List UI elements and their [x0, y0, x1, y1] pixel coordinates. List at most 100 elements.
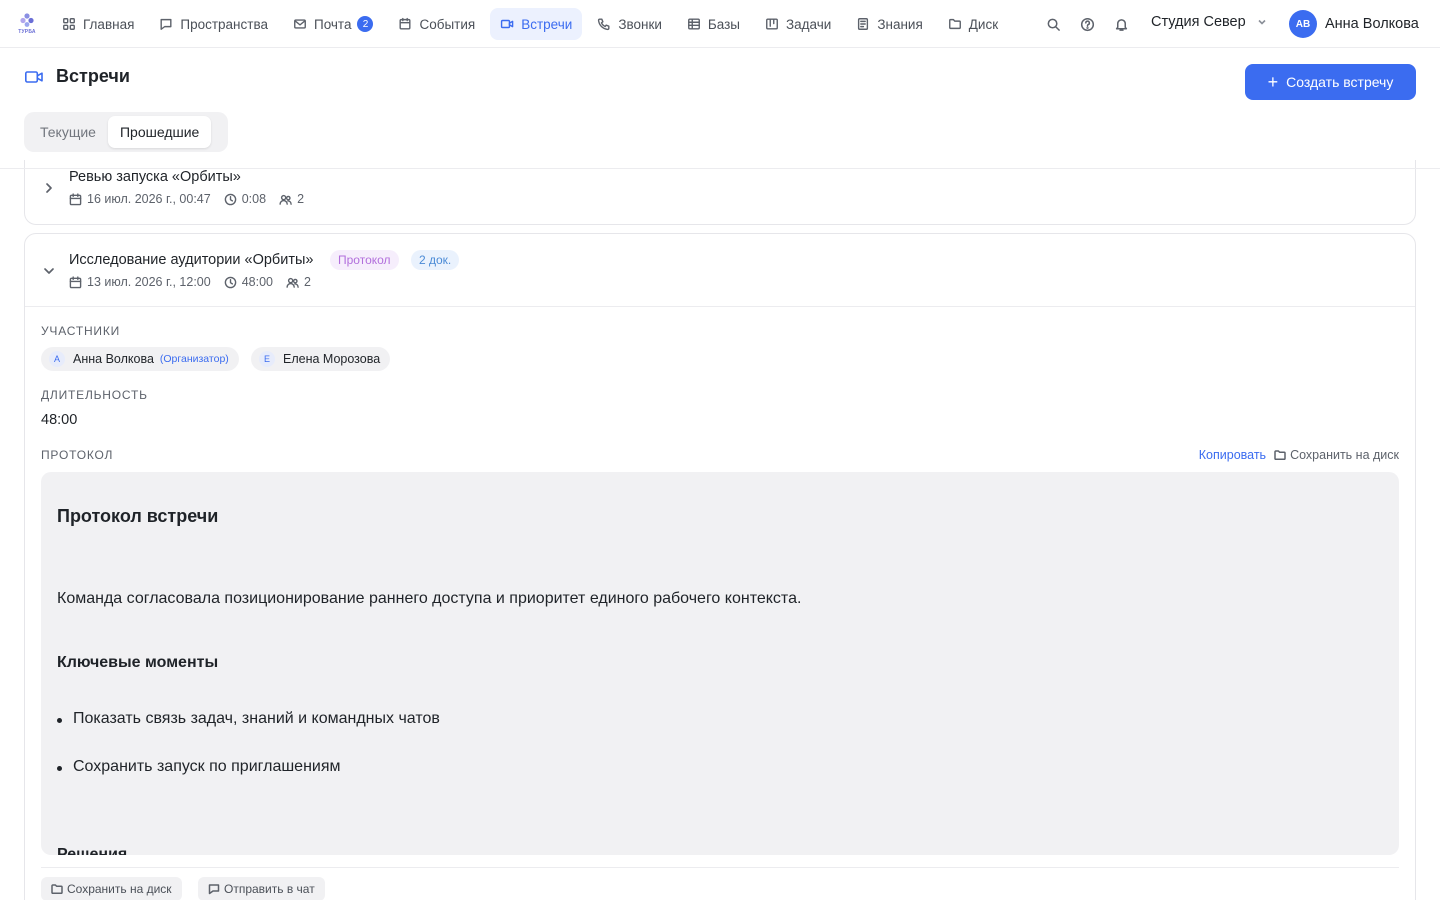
meeting-participants-count: 2 [304, 275, 311, 289]
copy-protocol-button[interactable]: Копировать [1199, 448, 1266, 462]
mail-unread-badge: 2 [357, 16, 374, 32]
meeting-duration-text: 0:08 [241, 192, 267, 206]
protocol-content: Протокол встречи Команда согласовала поз… [41, 472, 1399, 855]
nav-item-tasks[interactable]: Задачи [755, 8, 841, 40]
participant-name: Елена Морозова [283, 352, 381, 366]
header-divider [0, 168, 1440, 169]
meeting-meta: 16 июл. 2026 г., 00:47 0:08 2 [69, 192, 317, 206]
page-title: Встречи [56, 66, 130, 86]
user-name: Анна Волкова [1325, 16, 1419, 32]
meeting-card-collapsed[interactable]: Ревью запуска «Орбиты» 16 июл. 2026 г., … [24, 160, 1416, 225]
chat-bubble-icon [160, 18, 172, 30]
folder-icon [1274, 450, 1286, 461]
search-button[interactable] [1043, 14, 1063, 34]
tab-past[interactable]: Прошедшие [107, 116, 212, 148]
top-navigation-bar: ТУРБА Главная Пространства Почта 2 Событ… [0, 0, 1440, 48]
participant-chip[interactable]: А Анна Волкова (Организатор) [41, 347, 239, 371]
clock-icon [224, 193, 237, 205]
footer-divider [41, 867, 1399, 868]
participants-label: Участники [41, 324, 121, 338]
workspace-switcher[interactable]: Студия Север [1151, 14, 1268, 30]
documents-badge[interactable]: 2 док. [411, 250, 460, 270]
participant-chip[interactable]: Е Елена Морозова [251, 347, 391, 371]
help-button[interactable] [1077, 14, 1097, 34]
save-protocol-label: Сохранить на диск [1290, 448, 1399, 462]
duration-value: 48:00 [41, 412, 78, 428]
nav-item-label: Диск [968, 16, 999, 32]
meeting-card-expanded: Исследование аудитории «Орбиты» Протокол… [24, 233, 1416, 900]
folder-icon [948, 18, 961, 30]
nav-item-label: События [419, 16, 476, 32]
nav-item-spaces[interactable]: Пространства [149, 8, 278, 40]
app-logo[interactable]: ТУРБА [15, 12, 39, 36]
folder-icon [51, 884, 63, 895]
card-divider [25, 306, 1415, 307]
meeting-duration-text: 48:00 [241, 275, 273, 289]
send-to-chat-button[interactable]: Отправить в чат [198, 877, 325, 900]
mail-icon [294, 19, 306, 29]
nav-item-calls[interactable]: Звонки [587, 8, 672, 40]
decisions-heading: Решения [57, 846, 128, 855]
meeting-title[interactable]: Ревью запуска «Орбиты» [69, 169, 241, 185]
participant-role: (Организатор) [159, 353, 229, 365]
grid-icon [63, 18, 75, 30]
nav-item-label: Знания [877, 16, 923, 32]
meeting-title[interactable]: Исследование аудитории «Орбиты» [69, 252, 313, 268]
participant-name: Анна Волкова [73, 352, 154, 366]
send-to-chat-label: Отправить в чат [224, 882, 315, 896]
protocol-actions: Копировать Сохранить на диск [1199, 448, 1399, 462]
plus-icon: + [1267, 72, 1279, 92]
calendar-icon [69, 275, 82, 288]
key-points-heading: Ключевые моменты [57, 654, 219, 671]
key-point-item: Сохранить запуск по приглашениям [57, 758, 341, 775]
nav-item-label: Почта [313, 16, 352, 32]
workspace-name: Студия Север [1151, 14, 1246, 30]
kanban-icon [766, 18, 778, 30]
save-to-drive-button[interactable]: Сохранить на диск [41, 877, 182, 900]
meeting-meta: 13 июл. 2026 г., 12:00 48:00 2 [69, 275, 324, 289]
nav-item-meetings[interactable]: Встречи [490, 8, 583, 40]
protocol-badge: Протокол [330, 250, 399, 270]
save-protocol-to-drive-button[interactable]: Сохранить на диск [1274, 448, 1399, 462]
tab-current[interactable]: Текущие [28, 116, 108, 148]
nav-item-events[interactable]: События [388, 8, 485, 40]
nav-item-label: Пространства [180, 16, 268, 32]
phone-icon [598, 18, 610, 31]
main-nav: Главная Пространства Почта 2 События Вст… [52, 8, 1013, 40]
users-icon [286, 277, 299, 288]
logo-icon [20, 13, 34, 27]
page-header: Встречи [24, 66, 130, 87]
nav-item-label: Главная [83, 16, 135, 32]
header-actions [1043, 14, 1145, 34]
nav-item-knowledge[interactable]: Знания [846, 8, 932, 40]
meetings-tabs: Текущие Прошедшие [24, 112, 228, 152]
document-icon [858, 18, 869, 30]
meeting-date-text: 13 июл. 2026 г., 12:00 [87, 275, 211, 289]
help-circle-icon [1080, 17, 1094, 31]
nav-item-label: Задачи [786, 16, 832, 32]
nav-item-home[interactable]: Главная [52, 8, 144, 40]
protocol-heading: Протокол встречи [57, 506, 219, 526]
create-meeting-button[interactable]: + Создать встречу [1245, 64, 1416, 100]
calendar-icon [399, 17, 411, 30]
nav-item-mail[interactable]: Почта 2 [283, 8, 384, 40]
meeting-duration: 48:00 [224, 275, 273, 289]
nav-item-drive[interactable]: Диск [938, 8, 1008, 40]
notifications-button[interactable] [1111, 14, 1131, 34]
clock-icon [224, 276, 237, 288]
protocol-label: Протокол [41, 448, 114, 462]
nav-item-label: Звонки [618, 16, 662, 32]
key-point-item: Показать связь задач, знаний и командных… [57, 710, 440, 727]
nav-item-databases[interactable]: Базы [677, 8, 750, 40]
users-icon [279, 194, 292, 205]
create-meeting-label: Создать встречу [1286, 74, 1394, 90]
user-menu[interactable]: АВ Анна Волкова [1289, 10, 1419, 38]
chevron-down-icon[interactable] [42, 264, 56, 278]
search-icon [1047, 18, 1060, 31]
logo-text: ТУРБА [18, 29, 36, 35]
chevron-down-icon [1258, 19, 1266, 25]
meeting-participants: 2 [279, 192, 304, 206]
meeting-participants-count: 2 [297, 192, 305, 206]
table-icon [687, 18, 700, 30]
chevron-right-icon[interactable] [42, 181, 56, 195]
